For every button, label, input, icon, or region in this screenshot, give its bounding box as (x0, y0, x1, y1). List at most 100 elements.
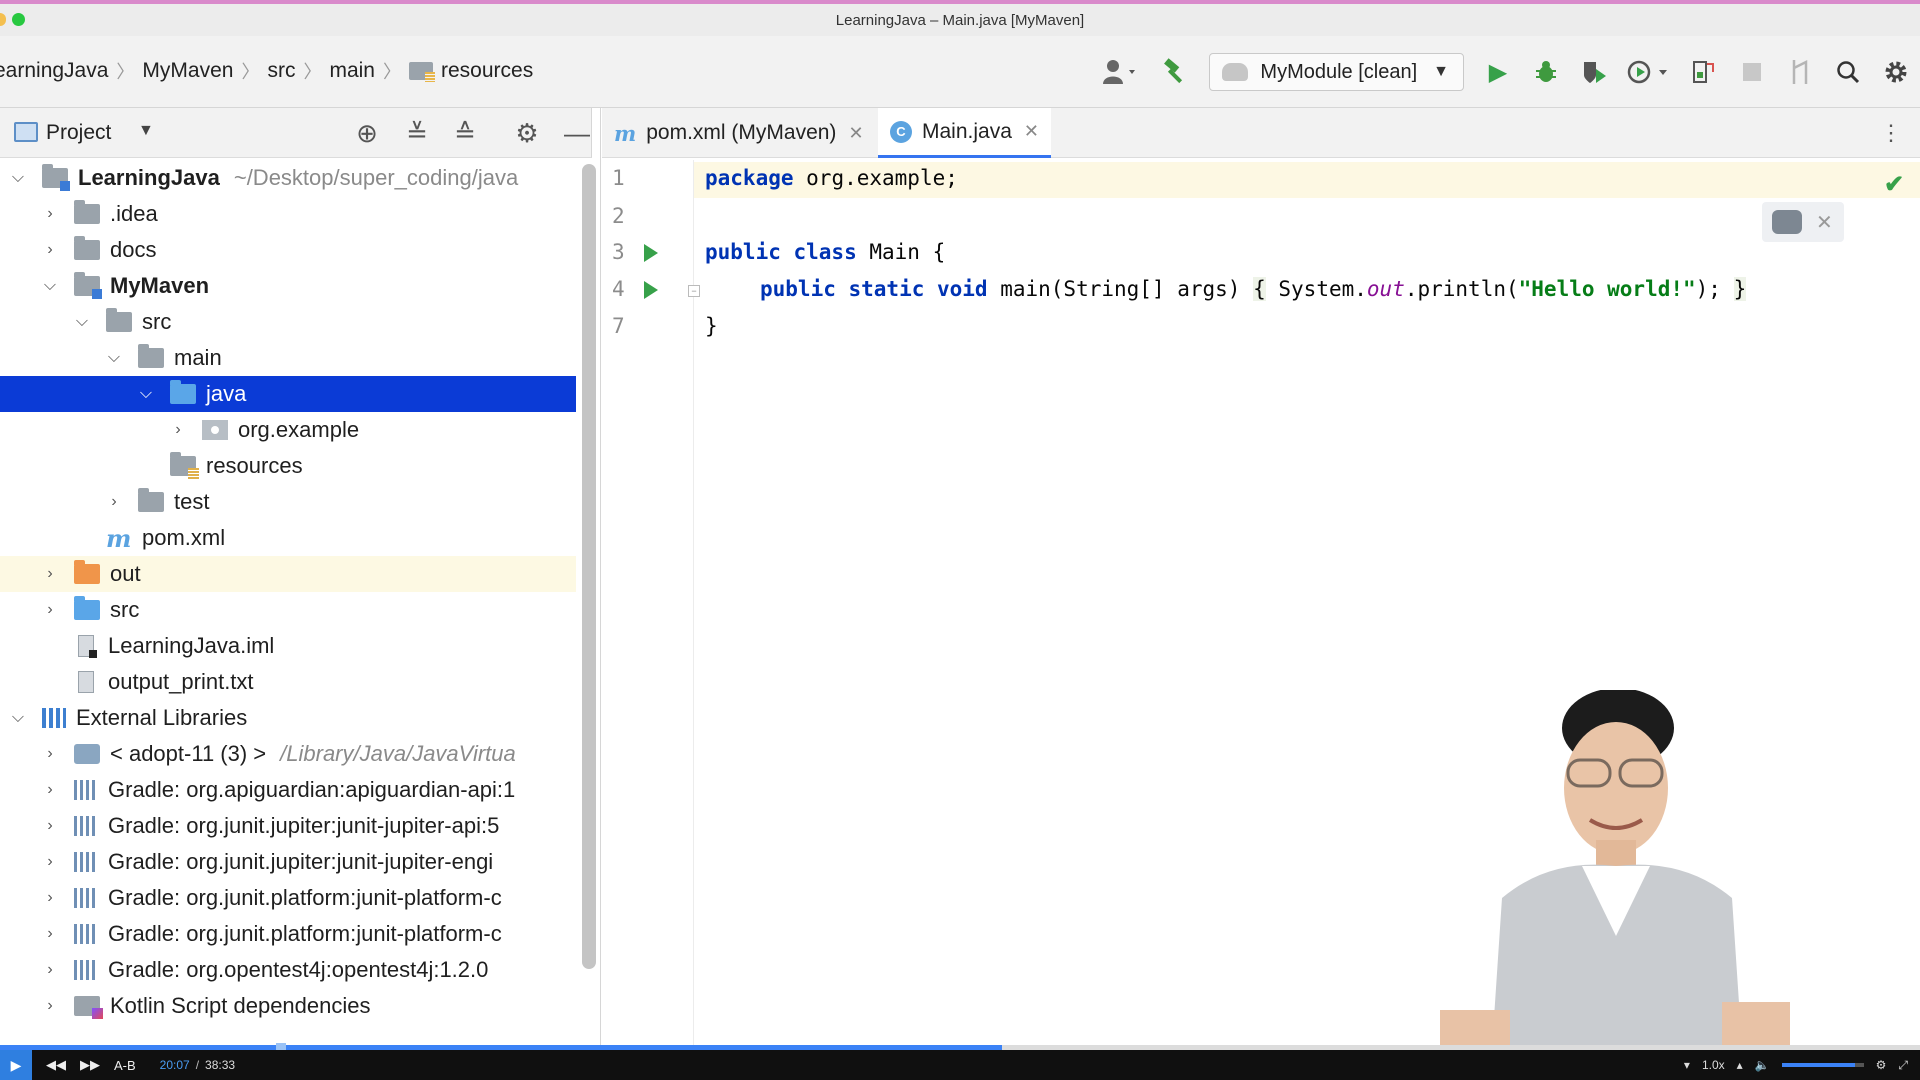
chevron-down-icon[interactable]: ⌵ (40, 277, 60, 295)
debug-icon[interactable] (1528, 54, 1564, 90)
chevron-right-icon[interactable]: › (40, 601, 60, 619)
chevron-right-icon[interactable]: › (40, 817, 60, 835)
user-icon[interactable] (1097, 54, 1145, 90)
locate-icon[interactable]: ⊕ (352, 118, 382, 149)
tree-item-main[interactable]: ⌵ main (0, 340, 576, 376)
rewind-button[interactable]: ◀◀ (46, 1057, 66, 1073)
code-line-4[interactable]: public static void main(String[] args) {… (760, 277, 1747, 301)
tree-item-src-root[interactable]: › src (0, 592, 576, 628)
inspection-ok-icon[interactable]: ✔ (1884, 170, 1904, 199)
run-icon[interactable]: ▶ (1480, 54, 1516, 90)
tree-item-library[interactable]: › Gradle: org.apiguardian:apiguardian-ap… (0, 772, 576, 808)
chevron-down-icon[interactable]: ⌵ (104, 349, 124, 367)
vcs-icon[interactable] (1782, 54, 1818, 90)
chevron-right-icon[interactable]: › (104, 493, 124, 511)
play-button[interactable]: ▶ (0, 1050, 32, 1080)
tree-item-idea[interactable]: › .idea (0, 196, 576, 232)
maven-reload-icon[interactable] (1772, 210, 1802, 234)
project-scrollbar[interactable] (582, 164, 596, 969)
more-options-icon[interactable]: ⋮ (1880, 120, 1902, 146)
chevron-down-icon[interactable]: ⌵ (136, 385, 156, 403)
breadcrumb-item-src[interactable]: src (267, 59, 295, 83)
chevron-right-icon[interactable]: › (40, 889, 60, 907)
text-file-icon (78, 671, 94, 693)
tree-item-iml[interactable]: LearningJava.iml (0, 628, 576, 664)
stop-icon[interactable] (1734, 54, 1770, 90)
tree-item-test[interactable]: › test (0, 484, 576, 520)
chevron-right-icon[interactable]: › (40, 205, 60, 223)
code-line-3[interactable]: public class Main { (705, 240, 945, 264)
tree-item-resources[interactable]: resources (0, 448, 576, 484)
chevron-down-icon[interactable]: ▾ (1684, 1058, 1690, 1072)
tree-item-library[interactable]: › Gradle: org.junit.jupiter:junit-jupite… (0, 844, 576, 880)
tree-item-pom[interactable]: m pom.xml (0, 520, 576, 556)
chevron-down-icon[interactable]: ⌵ (72, 313, 92, 331)
options-gear-icon[interactable]: ⚙ (512, 118, 542, 149)
forward-button[interactable]: ▶▶ (80, 1057, 100, 1073)
excluded-folder-icon (74, 560, 100, 584)
volume-icon[interactable]: 🔈 (1755, 1058, 1770, 1072)
build-hammer-icon[interactable] (1157, 54, 1193, 90)
chevron-down-icon[interactable]: ⌵ (8, 709, 28, 727)
close-icon[interactable]: ✕ (848, 123, 863, 144)
tree-item-learningjava[interactable]: ⌵ LearningJava ~/Desktop/super_coding/ja… (0, 160, 576, 196)
tree-item-out[interactable]: › out (0, 556, 576, 592)
tree-item-kotlin-script[interactable]: › Kotlin Script dependencies (0, 988, 576, 1024)
run-configuration-label: MyModule [clean] (1260, 60, 1418, 83)
tree-item-library[interactable]: › Gradle: org.junit.platform:junit-platf… (0, 916, 576, 952)
chevron-right-icon[interactable]: › (168, 421, 188, 439)
chevron-right-icon[interactable]: › (40, 745, 60, 763)
close-icon[interactable]: ✕ (1024, 121, 1039, 142)
breadcrumb-item-module[interactable]: MyMaven (142, 59, 233, 83)
settings-icon[interactable]: ⚙ (1876, 1058, 1887, 1072)
project-panel-title[interactable]: Project (46, 121, 111, 145)
chevron-right-icon[interactable]: › (40, 853, 60, 871)
tree-item-org-example[interactable]: › org.example (0, 412, 576, 448)
coverage-icon[interactable] (1576, 54, 1612, 90)
fold-icon[interactable]: − (688, 285, 700, 297)
profile-icon[interactable] (1624, 54, 1674, 90)
chevron-right-icon[interactable]: › (40, 925, 60, 943)
playback-speed[interactable]: 1.0x (1702, 1058, 1725, 1072)
chevron-up-icon[interactable]: ▴ (1737, 1058, 1743, 1072)
volume-slider[interactable] (1781, 1063, 1864, 1067)
tree-item-library[interactable]: › Gradle: org.junit.platform:junit-platf… (0, 880, 576, 916)
breadcrumb-item-project[interactable]: earningJava (0, 59, 108, 83)
collapse-all-icon[interactable]: ≙ (450, 118, 480, 149)
ab-repeat-button[interactable]: A-B (114, 1058, 136, 1073)
search-icon[interactable] (1830, 54, 1866, 90)
tab-pom-xml[interactable]: m pom.xml (MyMaven) ✕ (602, 108, 876, 158)
tree-item-external-libraries[interactable]: ⌵ External Libraries (0, 700, 576, 736)
hide-panel-icon[interactable]: — (562, 118, 592, 149)
tree-item-docs[interactable]: › docs (0, 232, 576, 268)
tree-item-library[interactable]: › Gradle: org.opentest4j:opentest4j:1.2.… (0, 952, 576, 988)
tree-item-src[interactable]: ⌵ src (0, 304, 576, 340)
tree-item-mymaven[interactable]: ⌵ MyMaven (0, 268, 576, 304)
chevron-right-icon[interactable]: › (40, 781, 60, 799)
code-line-1[interactable]: package org.example; (705, 166, 958, 190)
tree-item-jdk[interactable]: › < adopt-11 (3) > /Library/Java/JavaVir… (0, 736, 576, 772)
load-maven-changes-popup[interactable]: ✕ (1762, 202, 1844, 242)
breadcrumb-item-main[interactable]: main (329, 59, 375, 83)
tree-item-output-print[interactable]: output_print.txt (0, 664, 576, 700)
chevron-right-icon[interactable]: › (40, 565, 60, 583)
run-configuration-select[interactable]: MyModule [clean] ▼ (1209, 53, 1464, 91)
fullscreen-icon[interactable]: ⤢ (1898, 1058, 1908, 1073)
run-gutter-icon[interactable] (644, 244, 658, 262)
chevron-right-icon[interactable]: › (40, 241, 60, 259)
run-gutter-icon[interactable] (644, 281, 658, 299)
close-icon[interactable]: ✕ (1816, 210, 1833, 235)
breadcrumb-item-resources[interactable]: resources (441, 59, 533, 83)
chevron-down-icon[interactable]: ⌵ (8, 169, 28, 187)
tree-item-library[interactable]: › Gradle: org.junit.jupiter:junit-jupite… (0, 808, 576, 844)
settings-icon[interactable] (1878, 54, 1914, 90)
chevron-right-icon[interactable]: › (40, 961, 60, 979)
chevron-down-icon[interactable]: ▼ (138, 122, 154, 140)
chevron-right-icon[interactable]: › (40, 997, 60, 1015)
attach-debugger-icon[interactable] (1686, 54, 1722, 90)
panel-divider[interactable] (600, 108, 601, 1048)
code-line-7[interactable]: } (705, 314, 718, 338)
expand-all-icon[interactable]: ≚ (402, 118, 432, 149)
tree-item-java-selected[interactable]: ⌵ java (0, 376, 576, 412)
tab-main-java[interactable]: C Main.java ✕ (878, 108, 1051, 158)
